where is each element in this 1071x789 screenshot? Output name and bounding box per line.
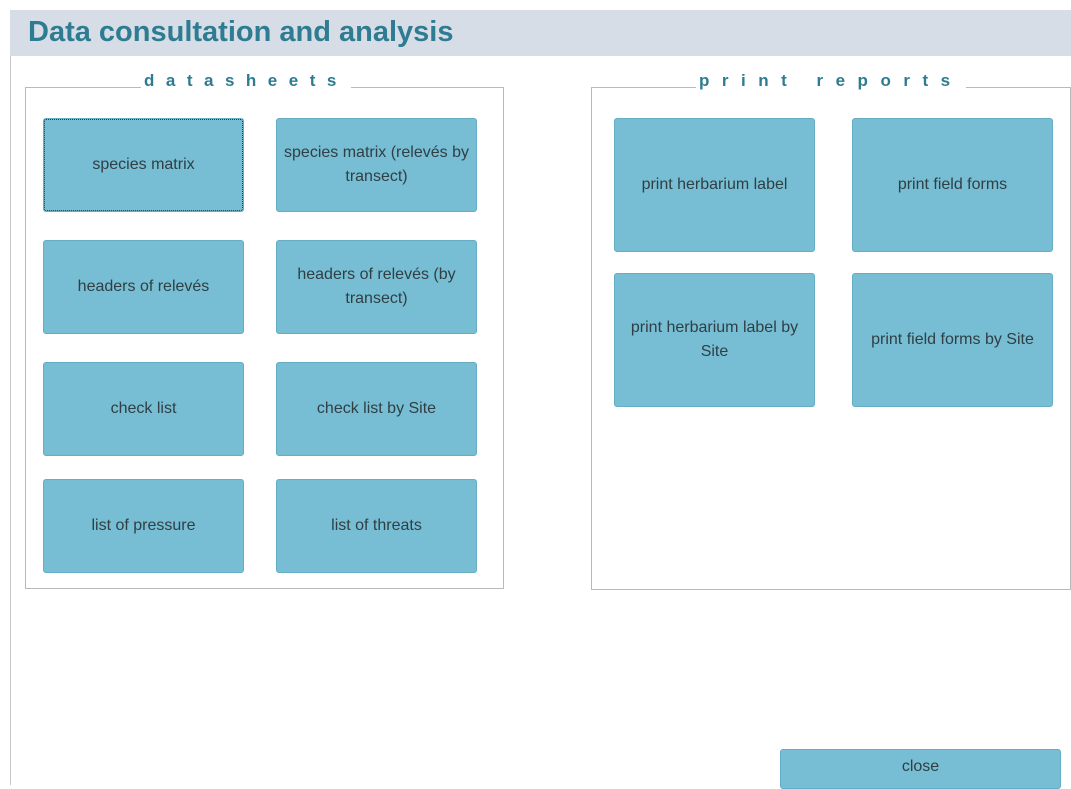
list-of-threats-button[interactable]: list of threats <box>276 479 477 573</box>
species-matrix-button[interactable]: species matrix <box>43 118 244 212</box>
window-left-border <box>10 10 11 785</box>
headers-of-releves-button[interactable]: headers of relevés <box>43 240 244 334</box>
datasheets-legend: datasheets <box>141 70 351 92</box>
page-title: Data consultation and analysis <box>28 16 454 48</box>
check-list-button[interactable]: check list <box>43 362 244 456</box>
species-matrix-by-transect-button[interactable]: species matrix (relevés by transect) <box>276 118 477 212</box>
print-reports-panel: print reports print herbarium label prin… <box>591 70 1071 590</box>
print-herbarium-label-button[interactable]: print herbarium label <box>614 118 815 252</box>
print-field-forms-by-site-button[interactable]: print field forms by Site <box>852 273 1053 407</box>
list-of-pressure-button[interactable]: list of pressure <box>43 479 244 573</box>
print-field-forms-button[interactable]: print field forms <box>852 118 1053 252</box>
close-button[interactable]: close <box>780 749 1061 789</box>
check-list-by-site-button[interactable]: check list by Site <box>276 362 477 456</box>
header-bar: Data consultation and analysis <box>10 10 1071 56</box>
print-reports-legend: print reports <box>696 70 966 92</box>
consultation-window: Data consultation and analysis datasheet… <box>0 0 1071 789</box>
datasheets-panel: datasheets species matrix species matrix… <box>25 70 504 589</box>
print-herbarium-label-by-site-button[interactable]: print herbarium label by Site <box>614 273 815 407</box>
headers-of-releves-by-transect-button[interactable]: headers of relevés (by transect) <box>276 240 477 334</box>
